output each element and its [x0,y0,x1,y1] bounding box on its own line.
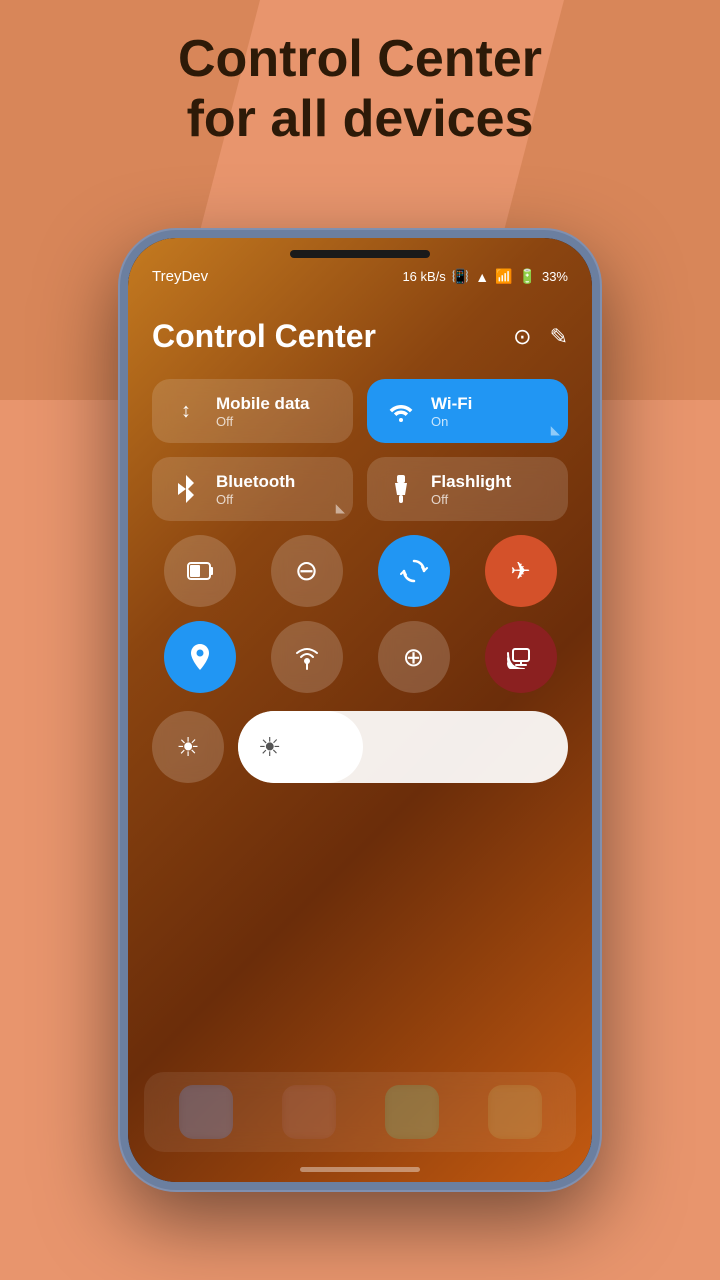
bluetooth-tile[interactable]: Bluetooth Off ◣ [152,457,353,521]
brightness-sun-icon: ☀ [258,732,281,763]
phone-frame: TreyDev 16 kB/s 📳 ▲ 📶 🔋 33% Control Cent… [120,230,600,1190]
status-bar: TreyDev 16 kB/s 📳 ▲ 📶 🔋 33% [152,268,568,285]
bluetooth-name: Bluetooth [216,472,295,492]
notch [290,250,430,258]
home-indicator [300,1167,420,1172]
wifi-tile[interactable]: Wi-Fi On ◣ [367,379,568,443]
cc-title-actions: ⊙ ✎ [513,324,568,350]
airplane-mode-button[interactable]: ✈ [485,535,557,607]
nfc-button[interactable]: ⊕ [378,621,450,693]
app-dock [144,1072,576,1152]
headline: Control Center for all devices [0,30,720,150]
wifi-status-icon: ▲ [475,269,489,285]
bluetooth-status: Off [216,492,295,507]
hotspot-button[interactable] [271,621,343,693]
toggle-grid-row1: ↕ Mobile data Off [152,379,568,443]
wifi-expand-icon: ◣ [551,423,560,437]
flashlight-status: Off [431,492,511,507]
cc-title: Control Center [152,318,376,355]
settings-icon[interactable]: ⊙ [513,324,531,350]
flashlight-icon [383,471,419,507]
dnd-button[interactable]: ⊖ [271,535,343,607]
flashlight-tile[interactable]: Flashlight Off [367,457,568,521]
dock-app-1 [179,1085,233,1139]
bluetooth-icon [168,471,204,507]
carrier-name: TreyDev [152,268,208,285]
brightness-button[interactable]: ☀ [152,711,224,783]
dock-app-2 [282,1085,336,1139]
edit-icon[interactable]: ✎ [550,324,568,350]
airplane-icon: ✈ [510,557,530,586]
nfc-icon: ⊕ [403,642,425,673]
cast-button[interactable] [485,621,557,693]
brightness-fill [238,711,363,783]
location-button[interactable] [164,621,236,693]
auto-rotate-button[interactable] [378,535,450,607]
battery-icon: 🔋 [519,268,536,285]
signal-icon: 📶 [495,268,512,285]
status-icons: 16 kB/s 📳 ▲ 📶 🔋 33% [402,268,568,285]
icon-row-1: ⊖ ✈ [152,535,568,607]
flashlight-name: Flashlight [431,472,511,492]
vibrate-icon: 📳 [452,268,469,285]
mobile-data-status: Off [216,414,310,429]
icon-row-2: ⊕ [152,621,568,693]
headline-line2: for all devices [187,90,534,148]
speed-indicator: 16 kB/s [402,269,445,284]
mobile-data-name: Mobile data [216,394,310,414]
headline-line1: Control Center [178,30,542,88]
toggle-grid-row2: Bluetooth Off ◣ Flashlig [152,457,568,521]
brightness-row: ☀ ☀ [152,711,568,783]
brightness-icon: ☀ [176,732,199,763]
phone-screen: TreyDev 16 kB/s 📳 ▲ 📶 🔋 33% Control Cent… [128,238,592,1182]
battery-percent: 33% [542,269,568,284]
brightness-slider[interactable]: ☀ [238,711,568,783]
wifi-status: On [431,414,472,429]
wifi-icon [383,393,419,429]
mobile-data-tile[interactable]: ↕ Mobile data Off [152,379,353,443]
dnd-icon: ⊖ [295,557,318,585]
cc-title-row: Control Center ⊙ ✎ [152,318,568,355]
dock-app-4 [488,1085,542,1139]
battery-saver-button[interactable] [164,535,236,607]
control-center: Control Center ⊙ ✎ ↕ Mobile data Off [152,318,568,1142]
wifi-name: Wi-Fi [431,394,472,414]
mobile-data-icon: ↕ [168,393,204,429]
bt-expand-icon: ◣ [336,501,345,515]
dock-app-3 [385,1085,439,1139]
